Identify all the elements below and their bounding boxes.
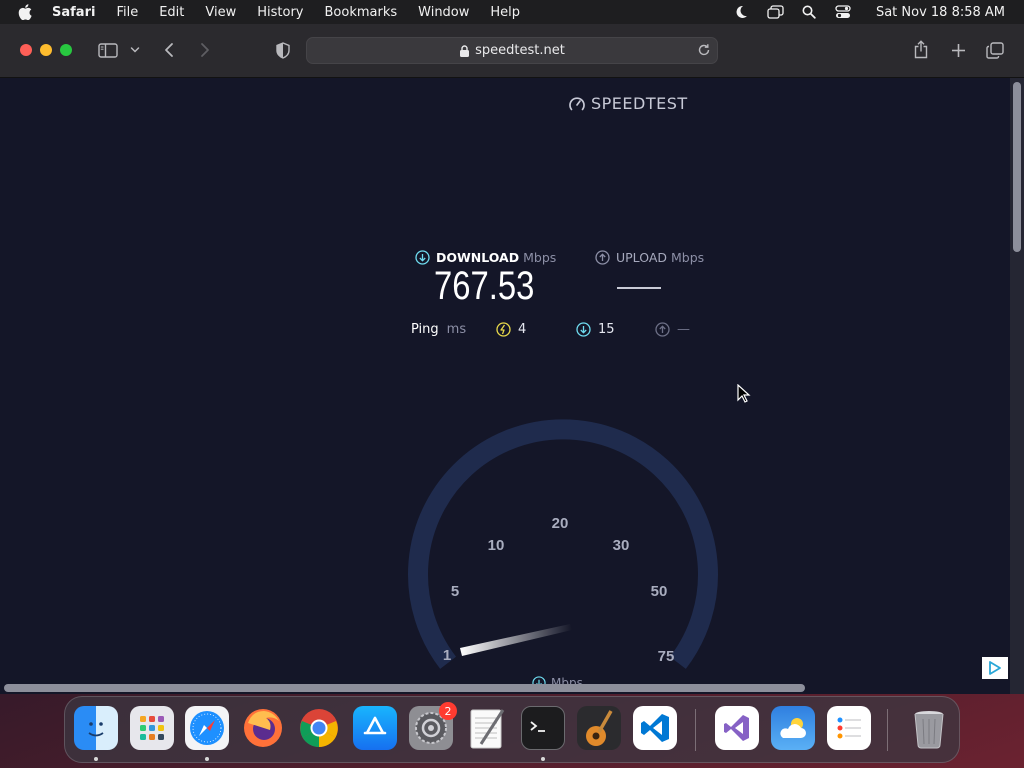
back-arrow-icon[interactable] [160, 41, 178, 59]
gauge-tick-20: 20 [552, 515, 569, 532]
speed-gauge: 0 1 5 10 20 30 50 75 100 [408, 419, 718, 674]
menu-history[interactable]: History [257, 5, 303, 20]
upload-unit: Mbps [671, 250, 705, 265]
gauge-tick-0: 0 [468, 673, 476, 674]
download-speed-value: 767.53 [434, 264, 535, 308]
download-label: DOWNLOAD [436, 250, 520, 265]
ping-unit: ms [446, 322, 467, 337]
dock-terminal-running-dot [541, 757, 545, 761]
vertical-scrollbar-thumb[interactable] [1013, 82, 1021, 252]
lock-icon [459, 44, 471, 57]
ping-idle-value: 4 [518, 322, 527, 337]
gauge-tick-75: 75 [658, 648, 675, 665]
chevron-down-icon[interactable] [129, 44, 141, 56]
menu-edit[interactable]: Edit [159, 5, 184, 20]
dock-firefox-icon[interactable] [241, 706, 285, 750]
screen-mirroring-icon[interactable] [767, 4, 784, 21]
settings-notification-badge: 2 [439, 702, 457, 720]
menu-bar: Safari File Edit View History Bookmarks … [0, 0, 1024, 24]
vertical-scrollbar[interactable] [1010, 78, 1024, 694]
privacy-shield-icon[interactable] [274, 41, 292, 59]
download-unit: Mbps [523, 250, 557, 265]
dock: 2 [64, 696, 960, 763]
speedtest-logo[interactable]: SPEEDTEST [568, 94, 688, 113]
dock-launchpad-icon[interactable] [130, 706, 174, 750]
gauge-needle [460, 624, 572, 656]
dock-weather-icon[interactable] [771, 706, 815, 750]
dock-separator-trash [887, 709, 888, 751]
menu-clock[interactable]: Sat Nov 18 8:58 AM [876, 5, 1005, 20]
dock-safari-running-dot [205, 757, 209, 761]
menu-app-name[interactable]: Safari [52, 5, 95, 20]
new-tab-plus-icon[interactable] [949, 41, 967, 59]
ping-download-value: 15 [598, 322, 615, 337]
logo-text: SPEEDTEST [591, 94, 688, 113]
upload-header: UPLOAD Mbps [595, 250, 704, 265]
menu-view[interactable]: View [205, 5, 236, 20]
address-bar[interactable]: speedtest.net [306, 37, 718, 64]
ad-choices-icon[interactable] [982, 657, 1008, 679]
apple-menu-icon[interactable] [18, 4, 34, 20]
horizontal-scrollbar-thumb[interactable] [4, 684, 805, 692]
idle-latency-icon [496, 322, 511, 337]
zoom-window-button[interactable] [60, 44, 72, 56]
sidebar-toggle-icon[interactable] [97, 41, 119, 59]
dock-safari-icon[interactable] [185, 706, 229, 750]
gauge-tick-50: 50 [651, 583, 668, 600]
ping-label-group: Ping ms [411, 322, 466, 337]
upload-latency-icon [655, 322, 670, 337]
menu-file[interactable]: File [116, 5, 138, 20]
dock-reminders-icon[interactable] [827, 706, 871, 750]
ping-upload: — [655, 322, 690, 337]
safari-window: speedtest.net SPEEDTEST DOWNLOAD Mbps 76… [0, 24, 1024, 694]
ping-download: 15 [576, 322, 615, 337]
download-latency-icon [576, 322, 591, 337]
dock-vscode-icon[interactable] [633, 706, 677, 750]
minimize-window-button[interactable] [40, 44, 52, 56]
dock-textedit-icon[interactable] [465, 706, 509, 750]
upload-arrow-icon [595, 250, 610, 265]
dock-trash-icon[interactable] [907, 706, 951, 750]
dock-terminal-icon[interactable] [521, 706, 565, 750]
dock-app-store-icon[interactable] [353, 706, 397, 750]
download-arrow-icon [415, 250, 430, 265]
share-icon[interactable] [912, 39, 930, 59]
dock-finder-icon[interactable] [74, 706, 118, 750]
speedtest-page: SPEEDTEST DOWNLOAD Mbps 767.53 UPLOAD Mb… [0, 78, 1010, 694]
upload-label: UPLOAD [616, 250, 668, 265]
dock-finder-running-dot [94, 757, 98, 761]
menu-bookmarks[interactable]: Bookmarks [325, 5, 398, 20]
reload-icon[interactable] [697, 43, 711, 57]
dock-chrome-icon[interactable] [297, 706, 341, 750]
forward-arrow-icon[interactable] [196, 41, 214, 59]
menu-help[interactable]: Help [490, 5, 520, 20]
upload-placeholder-dash [617, 287, 661, 289]
ping-idle: 4 [496, 322, 526, 337]
dock-separator [695, 709, 696, 751]
close-window-button[interactable] [20, 44, 32, 56]
ping-label: Ping [411, 322, 439, 337]
spotlight-search-icon[interactable] [801, 4, 818, 21]
dock-system-settings-icon[interactable]: 2 [409, 702, 457, 750]
address-url-text: speedtest.net [475, 43, 565, 58]
mouse-pointer-icon [737, 384, 751, 403]
browser-toolbar: speedtest.net [0, 24, 1024, 78]
menu-window[interactable]: Window [418, 5, 469, 20]
dock-garageband-icon[interactable] [577, 706, 621, 750]
tab-overview-icon[interactable] [985, 41, 1005, 59]
gauge-tick-10: 10 [488, 537, 505, 554]
speedometer-logo-icon [568, 95, 586, 113]
gauge-tick-5: 5 [451, 583, 459, 600]
ping-upload-value: — [677, 322, 690, 337]
gauge-tick-1: 1 [443, 647, 451, 664]
gauge-tick-30: 30 [613, 537, 630, 554]
control-center-icon[interactable] [835, 4, 852, 21]
focus-moon-icon[interactable] [733, 4, 750, 21]
download-header: DOWNLOAD Mbps [415, 250, 556, 265]
dock-visual-studio-icon[interactable] [715, 706, 759, 750]
